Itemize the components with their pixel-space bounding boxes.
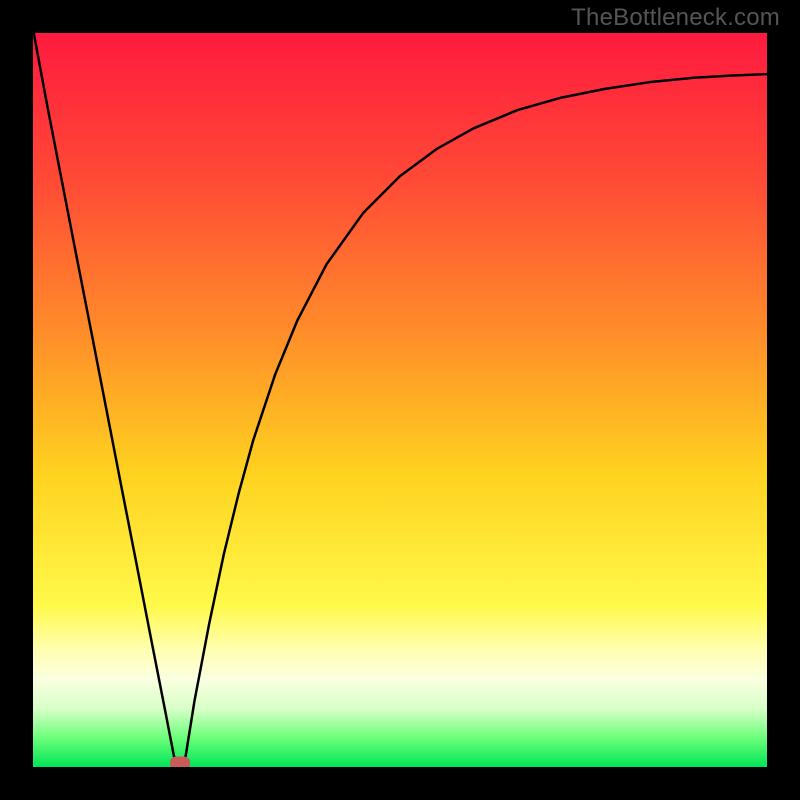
optimum-marker [170,757,190,768]
plot-area [33,33,767,767]
curve-svg [33,33,767,767]
watermark-text: TheBottleneck.com [571,4,780,32]
chart-frame: TheBottleneck.com [0,0,800,800]
curve-line [33,33,767,767]
